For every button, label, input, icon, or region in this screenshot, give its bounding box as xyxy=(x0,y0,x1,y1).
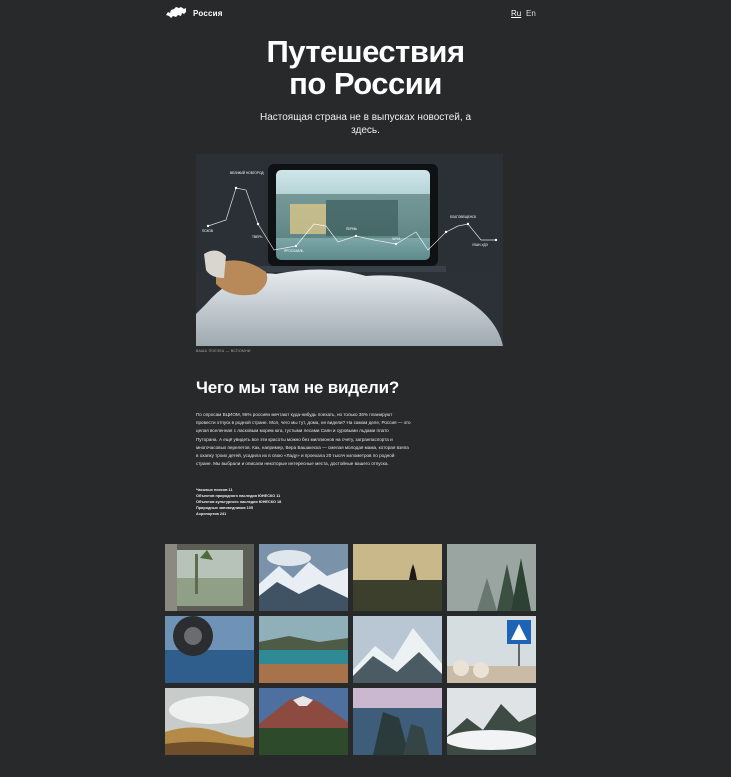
gallery-tile-snow-mountains[interactable] xyxy=(259,544,348,611)
page-subtitle: Настоящая страна не в выпусках новостей,… xyxy=(259,112,472,136)
top-bar: Россия Ru En xyxy=(0,0,731,30)
photo-gallery xyxy=(165,544,536,755)
gallery-tile-lake-shore[interactable] xyxy=(259,616,348,683)
gallery-tile-car-wheel-ice[interactable] xyxy=(165,616,254,683)
route-label: ПЕРМЬ xyxy=(346,227,357,231)
russia-map-icon xyxy=(166,7,186,18)
lang-ru-link[interactable]: Ru xyxy=(511,9,521,18)
logo-text: Россия xyxy=(193,8,223,18)
photo-caption: ВАША ПОЕЗКА — ВСПОМНИ xyxy=(196,349,251,353)
route-label: УЛАН-УДЭ xyxy=(472,243,489,247)
page-title-line-1: Путешествия xyxy=(266,34,465,69)
route-label: ТВЕРЬ xyxy=(252,235,262,239)
gallery-tile-snowy-peak[interactable] xyxy=(353,616,442,683)
route-label: ВЕЛИКИЙ НОВГОРОД xyxy=(230,171,264,175)
gallery-tile-train-window[interactable] xyxy=(165,544,254,611)
stat-item: Аэропортов 241 xyxy=(196,512,227,516)
route-label: БЛАГОВЕЩЕНСК xyxy=(450,215,476,219)
route-label: ЯРОСЛАВЛЬ xyxy=(284,249,304,253)
article-body: По опросам ВЦИОМ, 95% россиян мечтают ку… xyxy=(196,412,411,467)
gallery-tile-hot-springs[interactable] xyxy=(165,688,254,755)
section-title: Чего мы там не видели? xyxy=(196,378,400,397)
gallery-tile-coastal-cliffs[interactable] xyxy=(353,688,442,755)
route-label: ПСКОВ xyxy=(202,229,213,233)
page-title-line-2: по России xyxy=(289,66,442,101)
gallery-tile-volcano[interactable] xyxy=(259,688,348,755)
page-title: Путешествия по России xyxy=(0,36,731,100)
gallery-tile-misty-forest[interactable] xyxy=(447,544,536,611)
gallery-tile-mountain-clouds[interactable] xyxy=(447,688,536,755)
gallery-tile-road-sign[interactable] xyxy=(447,616,536,683)
hero-photo: ВЕЛИКИЙ НОВГОРОД ПСКОВ ТВЕРЬ ЯРОСЛАВЛЬ П… xyxy=(196,154,503,346)
gallery-tile-sunset-dog[interactable] xyxy=(353,544,442,611)
logo-link[interactable]: Россия xyxy=(165,6,223,20)
stats-list: Часовых поясов 11 Объектов природного на… xyxy=(196,487,411,517)
lang-en-link[interactable]: En xyxy=(526,9,536,18)
route-label: ЧИТА xyxy=(392,237,401,241)
